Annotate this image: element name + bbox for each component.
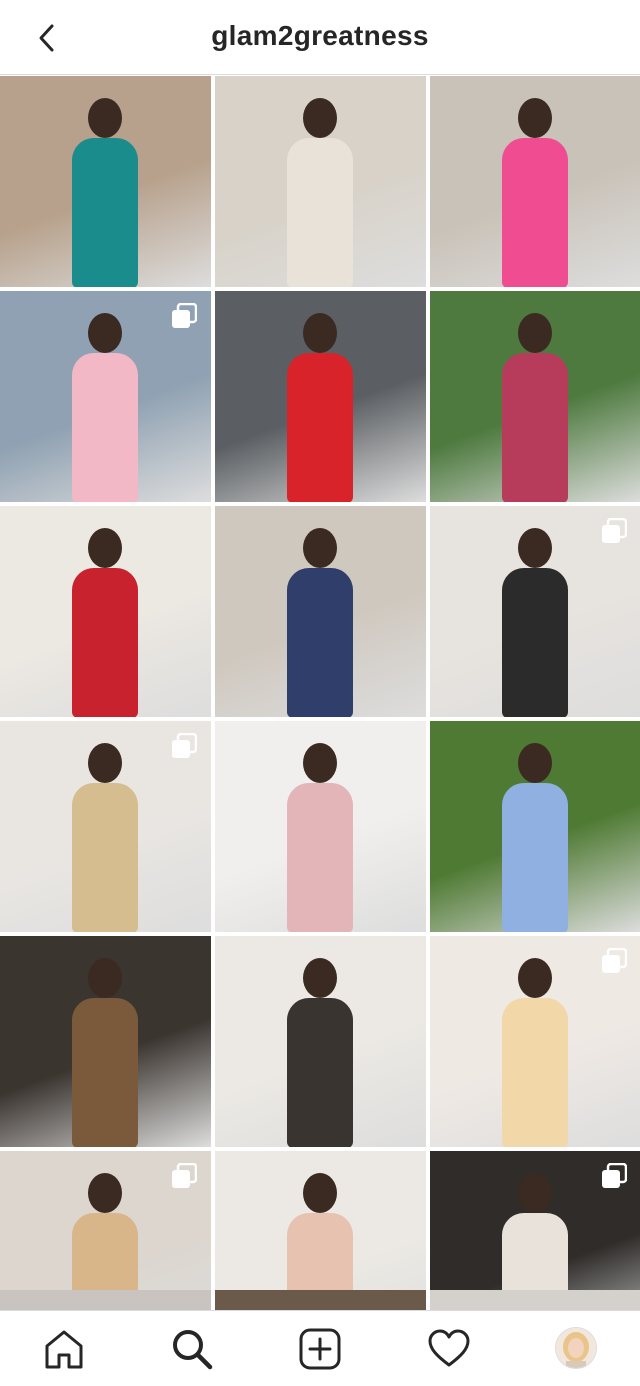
photo-subject-outfit (72, 138, 138, 287)
post-monogram-clutch[interactable] (0, 936, 211, 1147)
post-plaid-outfit[interactable] (430, 291, 640, 502)
photo-subject-outfit (502, 568, 568, 717)
post-pink-skirt-handbag[interactable] (215, 721, 426, 932)
nav-profile[interactable] (555, 1327, 599, 1371)
photo-subject-head (88, 98, 122, 138)
photo-subject-head (518, 98, 552, 138)
post-red-dress-street[interactable] (215, 291, 426, 502)
partial-next-row (0, 1290, 640, 1310)
avatar (555, 1327, 597, 1369)
photo-subject-head (518, 1173, 552, 1213)
photo-subject-head (303, 1173, 337, 1213)
nav-search[interactable] (170, 1327, 214, 1371)
post-leather-skirt-stairs[interactable] (215, 936, 426, 1147)
photo-subject-head (88, 1173, 122, 1213)
photo-subject-head (303, 528, 337, 568)
home-icon (45, 1330, 83, 1369)
photo-subject-outfit (72, 783, 138, 932)
photo-subject-head (88, 743, 122, 783)
carousel-icon (172, 303, 197, 328)
photo-subject-head (88, 958, 122, 998)
photo-subject-head (303, 743, 337, 783)
nav-home[interactable] (42, 1327, 86, 1371)
photo-subject-head (303, 958, 337, 998)
photo-subject-outfit (287, 783, 353, 932)
page-title: glam2greatness (211, 20, 429, 51)
carousel-icon (602, 518, 627, 543)
heart-icon (428, 1329, 470, 1367)
post-polka-dot-skirt[interactable] (0, 76, 211, 287)
photo-subject-head (303, 313, 337, 353)
post-white-blouse-leather-pants[interactable] (430, 506, 640, 717)
photo-subject-head (518, 528, 552, 568)
photo-subject-outfit (287, 568, 353, 717)
nav-activity[interactable] (427, 1327, 471, 1371)
post-blue-dress-garden[interactable] (430, 721, 640, 932)
carousel-icon (602, 948, 627, 973)
photo-subject-outfit (287, 138, 353, 287)
carousel-icon (172, 1163, 197, 1188)
bottom-nav (0, 1310, 640, 1386)
photo-subject-outfit (502, 998, 568, 1147)
photo-subject-outfit (502, 353, 568, 502)
post-beige-knit-dress[interactable] (0, 721, 211, 932)
photo-subject-outfit (287, 998, 353, 1147)
photo-subject-head (518, 313, 552, 353)
carousel-icon (602, 1163, 627, 1188)
nav-add[interactable] (298, 1327, 342, 1371)
photo-subject-head (303, 98, 337, 138)
add-post-icon (299, 1328, 341, 1370)
partial-tile[interactable] (430, 1290, 640, 1310)
photo-subject-head (88, 313, 122, 353)
post-candle-gift-box[interactable] (430, 936, 640, 1147)
post-grid (0, 76, 640, 1362)
photo-subject-outfit (72, 353, 138, 502)
partial-tile[interactable] (0, 1290, 211, 1310)
photo-subject-outfit (502, 783, 568, 932)
photo-subject-head (518, 958, 552, 998)
photo-subject-head (518, 743, 552, 783)
post-pink-pants-steps[interactable] (430, 76, 640, 287)
photo-subject-outfit (287, 353, 353, 502)
search-icon (173, 1330, 213, 1370)
post-striped-knit-dress[interactable] (0, 506, 211, 717)
photo-subject-head (88, 528, 122, 568)
carousel-icon (172, 733, 197, 758)
post-striped-blouse-chair[interactable] (215, 506, 426, 717)
photo-subject-outfit (72, 568, 138, 717)
header-bar: glam2greatness (0, 0, 640, 75)
post-cafe-reading[interactable] (0, 291, 211, 502)
partial-tile[interactable] (215, 1290, 426, 1310)
post-snakeskin-boots[interactable] (215, 76, 426, 287)
photo-subject-outfit (72, 998, 138, 1147)
photo-subject-outfit (502, 138, 568, 287)
